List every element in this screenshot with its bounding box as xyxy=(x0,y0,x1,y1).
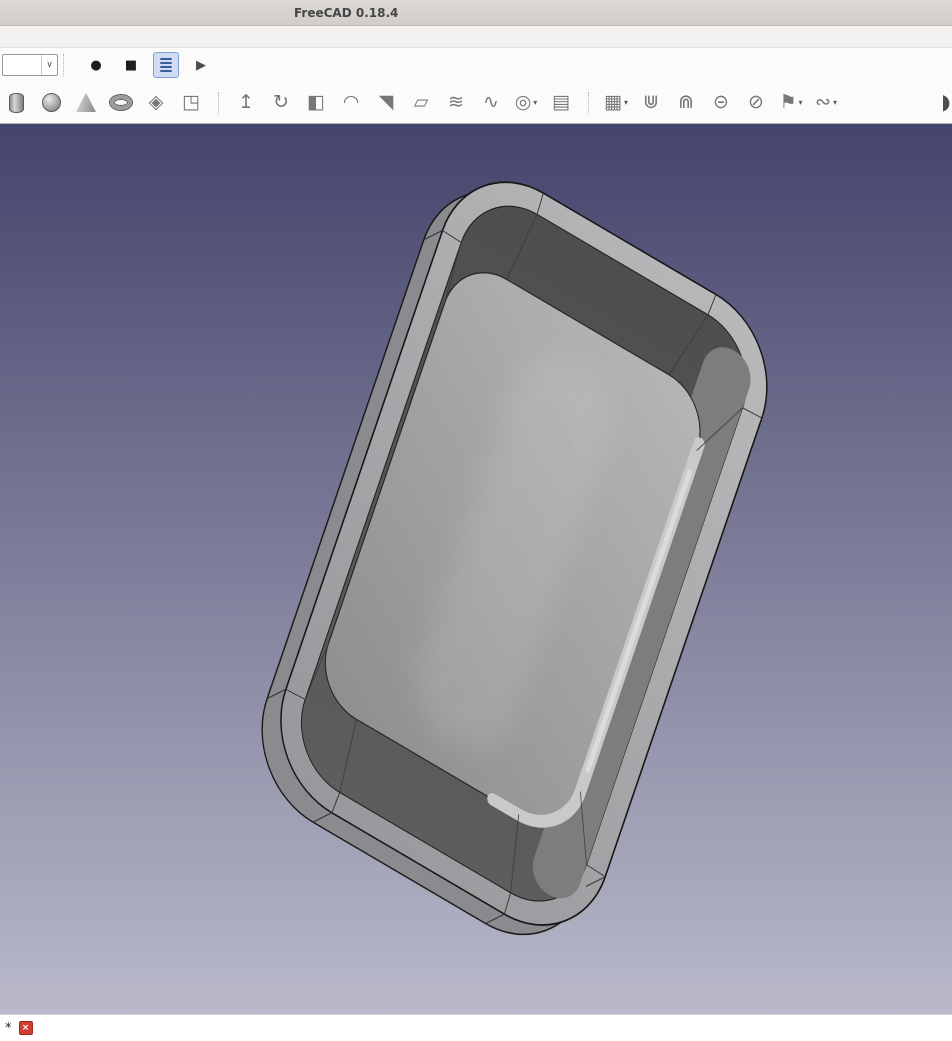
sweep-button[interactable]: ∿ xyxy=(478,88,504,118)
extrude-button[interactable]: ↥ xyxy=(233,88,259,118)
titlebar: FreeCAD 0.18.4 xyxy=(0,0,952,26)
part-toolbar-items: ◈◳↥↻◧◠◥▱≋∿◎▾▤▦▾⋓⋒⊝⊘⚑▾∾▾◗ xyxy=(3,88,952,118)
primitives-button[interactable]: ◈ xyxy=(143,88,169,118)
boolean-common-icon: ⋒ xyxy=(678,91,694,113)
combobox-arrow-icon[interactable]: ∨ xyxy=(41,55,57,75)
offset-icon: ◎ xyxy=(514,91,532,113)
chamfer-button[interactable]: ◥ xyxy=(373,88,399,118)
revolve-icon: ↻ xyxy=(273,91,289,113)
macro-lines-icon xyxy=(160,58,172,72)
section-icon: ⊘ xyxy=(748,91,764,113)
macro-combobox[interactable]: ∨ xyxy=(2,54,58,76)
section-button[interactable]: ⊘ xyxy=(743,88,769,118)
dropdown-arrow-icon[interactable]: ▾ xyxy=(624,98,628,107)
shape-builder-icon: ◳ xyxy=(182,91,200,113)
part-toolbar: ◈◳↥↻◧◠◥▱≋∿◎▾▤▦▾⋓⋒⊝⊘⚑▾∾▾◗ xyxy=(0,82,952,124)
compound-icon: ▦ xyxy=(604,91,622,113)
boolean-cut-button[interactable]: ⊝ xyxy=(708,88,734,118)
sphere-icon xyxy=(41,93,61,112)
macro-dialog-button[interactable] xyxy=(153,52,179,78)
macro-play-button[interactable]: ▶ xyxy=(188,52,214,78)
cone-icon xyxy=(76,93,96,112)
loft-button[interactable]: ≋ xyxy=(443,88,469,118)
3d-scene xyxy=(261,181,768,936)
thickness-icon: ▤ xyxy=(552,91,570,113)
sphere-button[interactable] xyxy=(38,88,64,118)
play-icon: ▶ xyxy=(196,57,206,73)
extrude-icon: ↥ xyxy=(238,91,254,113)
unsaved-indicator: * xyxy=(5,1020,12,1036)
3d-viewport[interactable] xyxy=(0,124,952,1014)
toolbar-separator xyxy=(218,91,219,114)
macro-record-button[interactable]: ● xyxy=(83,52,109,78)
cylinder-button[interactable] xyxy=(3,88,29,118)
cross-sections-icon: ⚑ xyxy=(779,91,797,113)
toolbar-separator xyxy=(63,54,64,76)
offset-button[interactable]: ◎ ▾ xyxy=(513,88,539,118)
cylinder-icon xyxy=(8,92,24,113)
bottom-bar: * × xyxy=(0,1014,952,1041)
primitives-icon: ◈ xyxy=(148,91,164,113)
boolean-common-button[interactable]: ⋒ xyxy=(673,88,699,118)
macro-toolbar-buttons: ● ■ ▶ xyxy=(69,52,214,78)
torus-button[interactable] xyxy=(108,88,134,118)
join-icon: ∾ xyxy=(815,91,831,113)
chamfer-icon: ◥ xyxy=(378,91,394,113)
ruled-surface-icon: ▱ xyxy=(413,91,429,113)
cone-button[interactable] xyxy=(73,88,99,118)
cross-sections-button[interactable]: ⚑ ▾ xyxy=(778,88,804,118)
fillet-icon: ◠ xyxy=(342,91,360,113)
fillet-button[interactable]: ◠ xyxy=(338,88,364,118)
dropdown-arrow-icon[interactable]: ▾ xyxy=(799,98,803,107)
revolve-button[interactable]: ↻ xyxy=(268,88,294,118)
compound-button[interactable]: ▦ ▾ xyxy=(603,88,629,118)
boolean-union-icon: ⋓ xyxy=(643,91,659,113)
torus-icon xyxy=(110,95,132,110)
toolbar-separator xyxy=(588,91,589,114)
dropdown-arrow-icon[interactable]: ▾ xyxy=(833,98,837,107)
stop-icon: ■ xyxy=(124,57,138,73)
clipped-edge-button[interactable]: ◗ xyxy=(943,88,952,118)
boolean-cut-icon: ⊝ xyxy=(713,91,729,113)
mirror-icon: ◧ xyxy=(307,91,325,113)
macro-stop-button[interactable]: ■ xyxy=(118,52,144,78)
window-title: FreeCAD 0.18.4 xyxy=(294,5,399,20)
record-icon: ● xyxy=(90,57,102,73)
menu-bar-empty xyxy=(0,26,952,48)
loft-icon: ≋ xyxy=(448,91,464,113)
boolean-union-button[interactable]: ⋓ xyxy=(638,88,664,118)
dropdown-arrow-icon[interactable]: ▾ xyxy=(533,98,537,107)
thickness-model xyxy=(261,181,768,936)
join-button[interactable]: ∾ ▾ xyxy=(813,88,839,118)
combobox-value xyxy=(3,55,41,75)
clipped-edge-icon: ◗ xyxy=(943,91,951,114)
mirror-button[interactable]: ◧ xyxy=(303,88,329,118)
shape-builder-button[interactable]: ◳ xyxy=(178,88,204,118)
close-icon[interactable]: × xyxy=(18,1021,33,1035)
thickness-button[interactable]: ▤ xyxy=(548,88,574,118)
ruled-surface-button[interactable]: ▱ xyxy=(408,88,434,118)
macro-toolbar: ∨ ● ■ ▶ xyxy=(0,48,952,82)
sweep-icon: ∿ xyxy=(483,91,499,113)
